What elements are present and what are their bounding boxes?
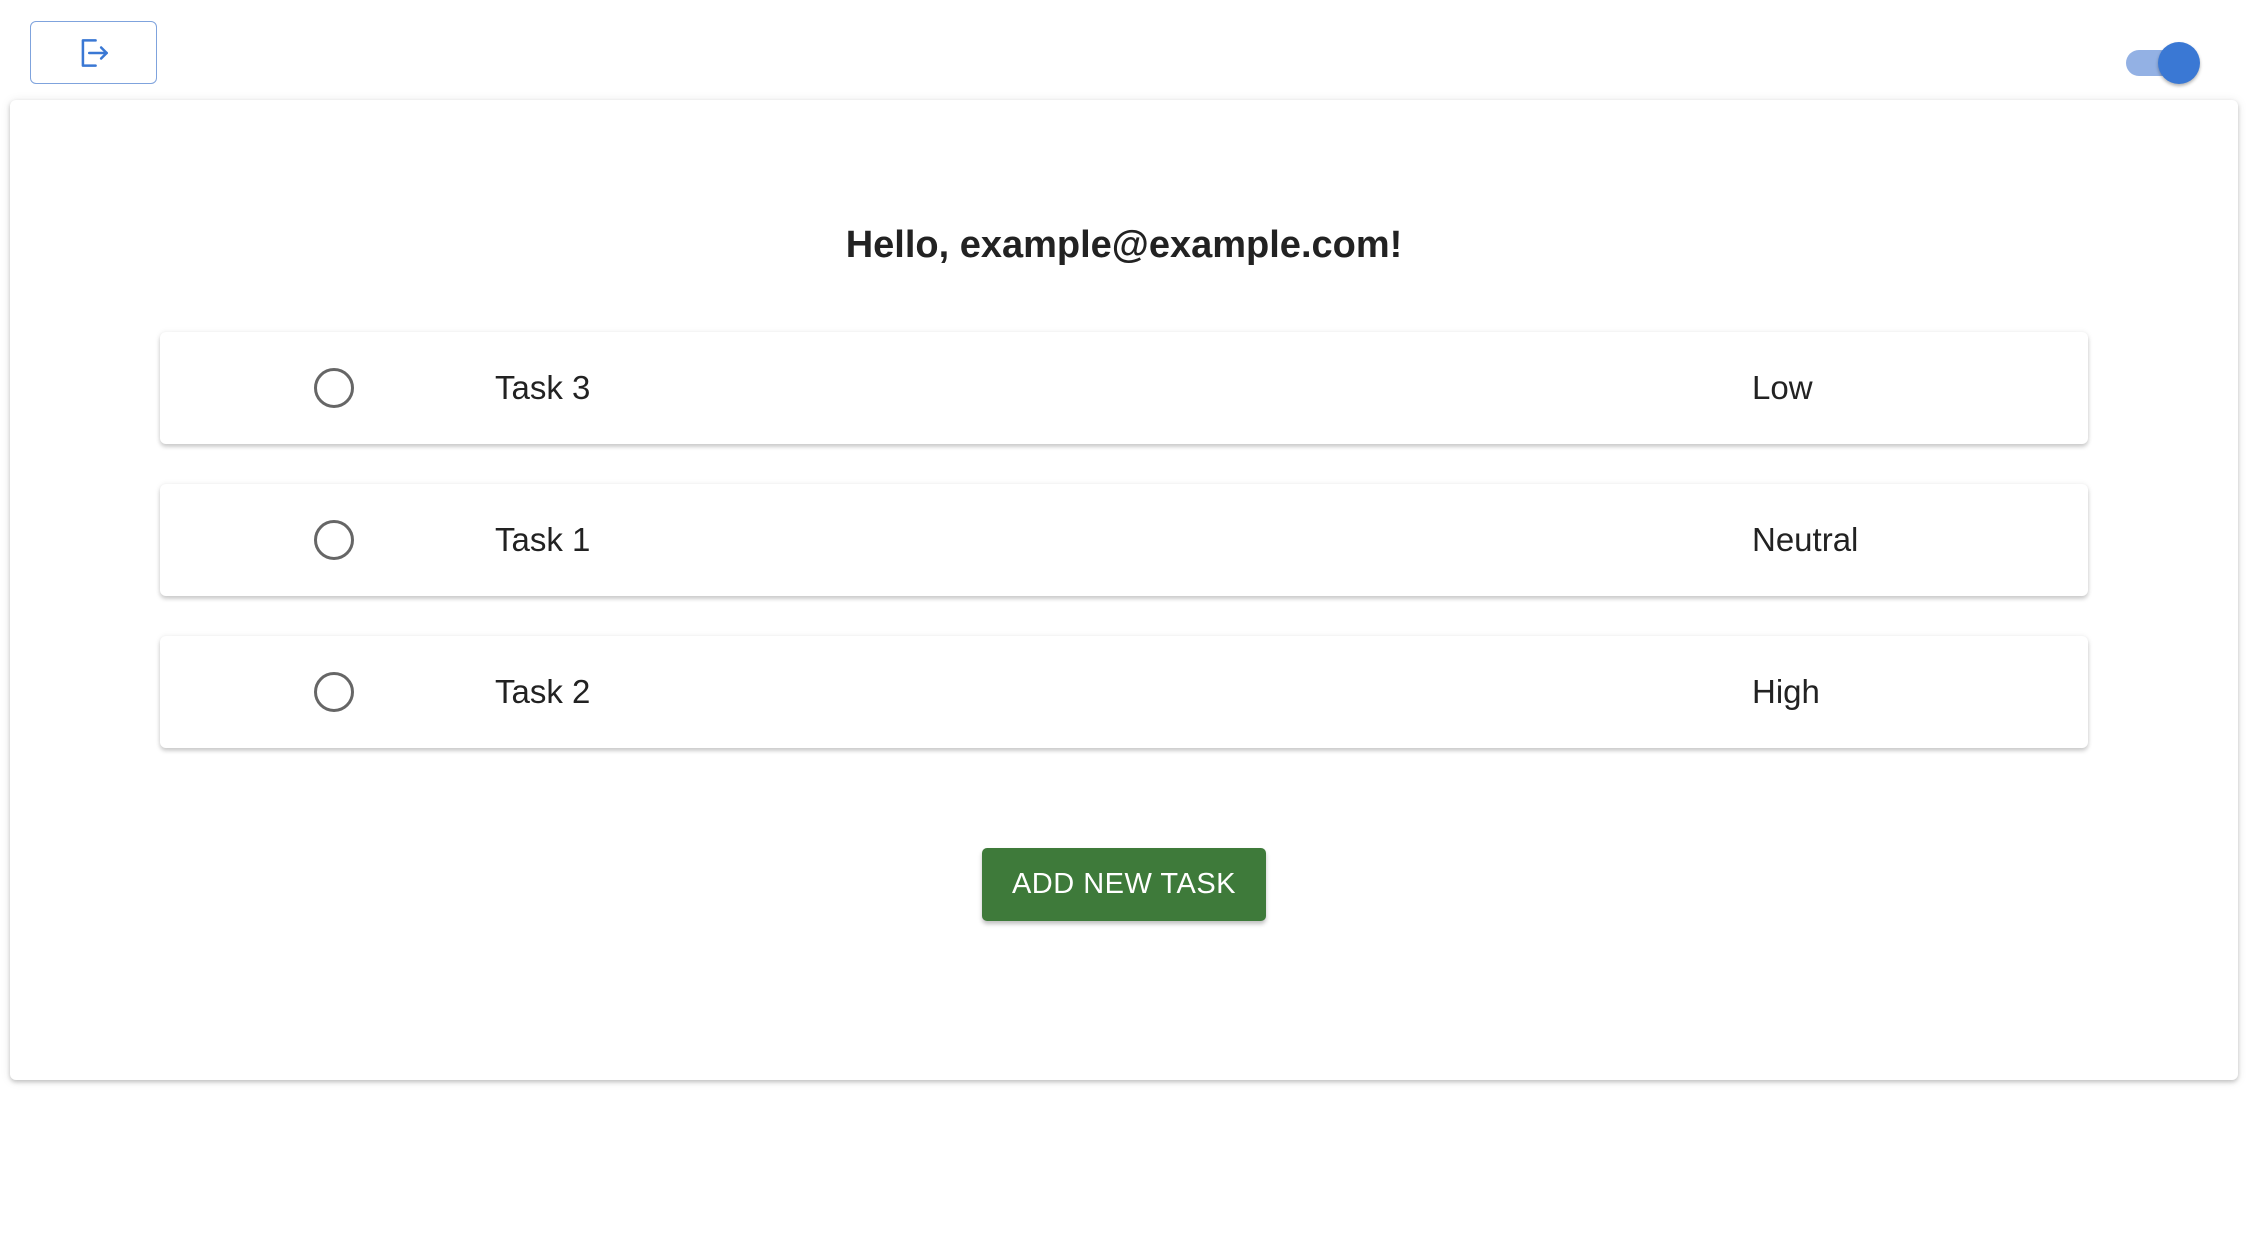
greeting-heading: Hello, example@example.com! — [845, 224, 1403, 266]
task-checkbox[interactable] — [314, 672, 354, 712]
task-row[interactable]: Task 3 Low — [160, 332, 2088, 444]
main-card: Hello, example@example.com! Task 3 Low T… — [10, 100, 2238, 1080]
theme-toggle[interactable] — [2122, 40, 2200, 86]
task-name: Task 1 — [495, 521, 591, 558]
task-priority: High — [1752, 673, 1820, 710]
task-list: Task 3 Low Task 1 Neutral Task 2 High — [160, 332, 2088, 788]
page: Hello, example@example.com! Task 3 Low T… — [0, 0, 2246, 1253]
task-priority: Neutral — [1752, 521, 1859, 558]
logout-button[interactable] — [30, 21, 157, 84]
logout-icon — [81, 38, 108, 67]
task-priority: Low — [1752, 369, 1813, 406]
task-row[interactable]: Task 2 High — [160, 636, 2088, 748]
task-row[interactable]: Task 1 Neutral — [160, 484, 2088, 596]
task-name: Task 3 — [495, 369, 591, 406]
task-checkbox[interactable] — [314, 368, 354, 408]
toggle-thumb[interactable] — [2158, 42, 2200, 84]
task-checkbox[interactable] — [314, 520, 354, 560]
task-name: Task 2 — [495, 673, 591, 710]
add-new-task-button[interactable]: ADD NEW TASK — [982, 848, 1266, 921]
